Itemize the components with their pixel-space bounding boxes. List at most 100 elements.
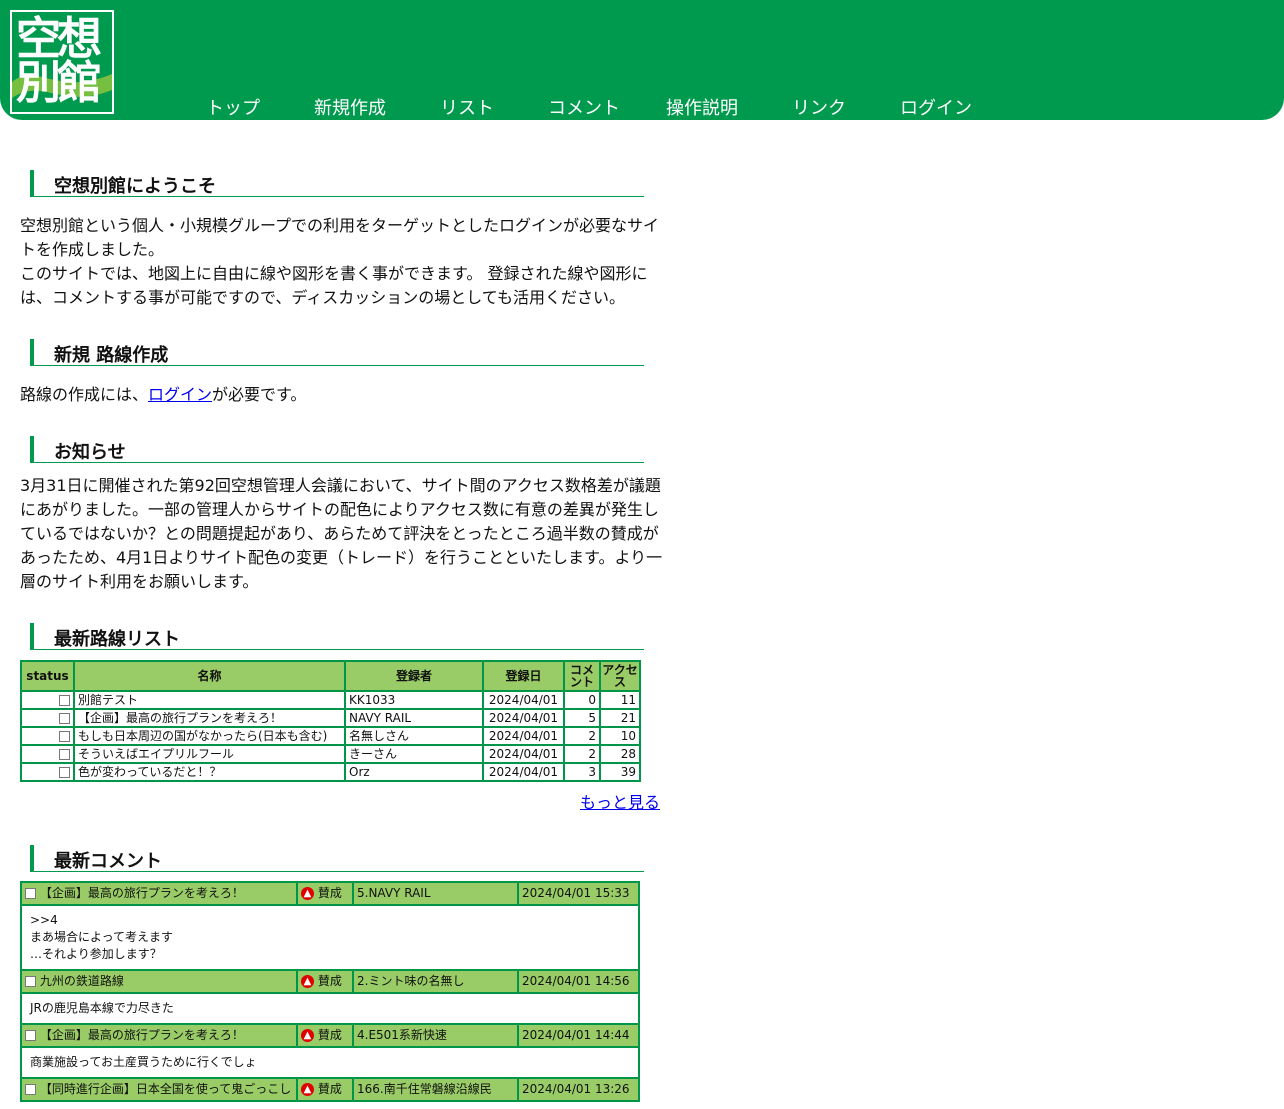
vote-cell[interactable]: ▲ 賛成 (296, 1077, 354, 1102)
logo-text-line2: 別館 (16, 56, 102, 109)
vote-cell[interactable]: ▲ 賛成 (296, 1023, 354, 1048)
col-comments[interactable]: コメント (563, 660, 601, 692)
new-route-heading: 新規 路線作成 (30, 339, 644, 366)
col-author[interactable]: 登録者 (344, 660, 484, 692)
status-checkbox-icon (59, 713, 70, 724)
comment-route-link[interactable]: 【同時進行企画】日本全国を使って鬼ごっこし (40, 1082, 291, 1096)
comment-route-cell[interactable]: 【企画】最高の旅行プランを考えろ！ (20, 1023, 298, 1048)
latest-comments-table: 【企画】最高の旅行プランを考えろ！ ▲ 賛成 5.NAVY RAIL 2024/… (20, 881, 640, 1102)
col-access[interactable]: アクセス (599, 660, 641, 692)
vote-cell[interactable]: ▲ 賛成 (296, 969, 354, 994)
col-status[interactable]: status (20, 660, 75, 692)
status-cell (20, 690, 75, 710)
route-comment-count: 5 (563, 708, 601, 728)
latest-comments-title: 最新コメント (54, 851, 162, 872)
comment-user: 166.南千住常磐線沿線民 (352, 1077, 519, 1102)
col-date[interactable]: 登録日 (482, 660, 565, 692)
comment-body: >>4 まあ場合によって考えます …それより参加します？ (20, 904, 640, 971)
comment-body-line: >>4 (30, 913, 58, 927)
route-name-link[interactable]: 別館テスト (73, 690, 346, 710)
route-date: 2024/04/01 (482, 744, 565, 764)
notice-heading: お知らせ (30, 436, 644, 463)
comment-route-link[interactable]: 【企画】最高の旅行プランを考えろ！ (40, 1028, 244, 1042)
vote-label: 賛成 (317, 886, 342, 900)
login-link[interactable]: ログイン (148, 385, 212, 404)
comment-user: 4.E501系新快速 (352, 1023, 519, 1048)
table-row[interactable]: 【企画】最高の旅行プランを考えろ！ NAVY RAIL 2024/04/01 5… (20, 708, 641, 728)
route-comment-count: 2 (563, 744, 601, 764)
comment-body-row: >>4 まあ場合によって考えます …それより参加します？ (20, 904, 640, 971)
route-comment-count: 0 (563, 690, 601, 710)
status-checkbox-icon (59, 749, 70, 760)
route-date: 2024/04/01 (482, 708, 565, 728)
comment-datetime: 2024/04/01 13:26 (517, 1077, 640, 1102)
nav-top[interactable]: トップ (206, 97, 260, 121)
status-cell (20, 726, 75, 746)
comment-header-row: 【企画】最高の旅行プランを考えろ！ ▲ 賛成 5.NAVY RAIL 2024/… (20, 881, 640, 906)
status-checkbox-icon (25, 1084, 36, 1095)
comment-body-row: JRの鹿児島本線で力尽きた (20, 992, 640, 1025)
route-name-link[interactable]: そういえばエイプリルフール (73, 744, 346, 764)
col-name[interactable]: 名称 (73, 660, 346, 692)
table-row[interactable]: 別館テスト KK1033 2024/04/01 0 11 (20, 690, 641, 710)
comment-header-row: 【企画】最高の旅行プランを考えろ！ ▲ 賛成 4.E501系新快速 2024/0… (20, 1023, 640, 1048)
comment-user: 5.NAVY RAIL (352, 881, 519, 906)
vote-up-icon: ▲ (301, 1083, 314, 1096)
new-route-text-after: が必要です。 (212, 385, 307, 404)
route-author: きーさん (344, 744, 484, 764)
route-list-table: status 名称 登録者 登録日 コメント アクセス 別館テスト KK1033… (20, 660, 641, 782)
vote-label: 賛成 (317, 1082, 342, 1096)
more-routes-link[interactable]: もっと見る (580, 792, 660, 814)
comment-route-cell[interactable]: 【企画】最高の旅行プランを考えろ！ (20, 881, 298, 906)
table-row[interactable]: そういえばエイプリルフール きーさん 2024/04/01 2 28 (20, 744, 641, 764)
status-cell (20, 708, 75, 728)
nav-list[interactable]: リスト (440, 97, 494, 121)
status-checkbox-icon (25, 1030, 36, 1041)
route-comment-count: 3 (563, 762, 601, 782)
comment-body-line: JRの鹿児島本線で力尽きた (30, 1001, 174, 1015)
route-name-link[interactable]: 【企画】最高の旅行プランを考えろ！ (73, 708, 346, 728)
new-route-title: 新規 路線作成 (54, 345, 169, 366)
nav-login[interactable]: ログイン (900, 97, 972, 121)
route-author: Orz (344, 762, 484, 782)
comment-body: 商業施設ってお土産買うために行くでしょ (20, 1046, 640, 1079)
comment-route-link[interactable]: 九州の鉄道路線 (40, 974, 124, 988)
status-checkbox-icon (59, 695, 70, 706)
route-date: 2024/04/01 (482, 726, 565, 746)
welcome-paragraph-2: このサイトでは、地図上に自由に線や図形を書く事ができます。 登録された線や図形に… (20, 264, 648, 307)
nav-help[interactable]: 操作説明 (666, 97, 738, 121)
route-author: 名無しさん (344, 726, 484, 746)
route-date: 2024/04/01 (482, 690, 565, 710)
welcome-heading: 空想別館にようこそ (30, 170, 644, 197)
nav-new[interactable]: 新規作成 (314, 97, 386, 121)
comment-body-line: …それより参加します？ (30, 947, 162, 961)
nav-links[interactable]: リンク (792, 97, 846, 121)
latest-comments-heading: 最新コメント (30, 845, 644, 872)
comment-datetime: 2024/04/01 15:33 (517, 881, 640, 906)
vote-up-icon: ▲ (301, 887, 314, 900)
status-checkbox-icon (59, 731, 70, 742)
route-name-link[interactable]: もしも日本周辺の国がなかったら(日本も含む) (73, 726, 346, 746)
comment-route-link[interactable]: 【企画】最高の旅行プランを考えろ！ (40, 886, 244, 900)
welcome-paragraph-1: 空想別館という個人・小規模グループでの利用をターゲットとしたログインが必要なサイ… (20, 216, 660, 259)
route-author: KK1033 (344, 690, 484, 710)
comment-route-cell[interactable]: 九州の鉄道路線 (20, 969, 298, 994)
vote-up-icon: ▲ (301, 1029, 314, 1042)
nav-comment[interactable]: コメント (548, 97, 620, 121)
route-access-count: 28 (599, 744, 641, 764)
notice-text: 3月31日に開催された第92回空想管理人会議において、サイト間のアクセス数格差が… (20, 476, 663, 591)
vote-cell[interactable]: ▲ 賛成 (296, 881, 354, 906)
site-logo[interactable]: 空想 別館 (10, 10, 114, 114)
route-comment-count: 2 (563, 726, 601, 746)
route-access-count: 21 (599, 708, 641, 728)
route-name-link[interactable]: 色が変わっているだと！？ (73, 762, 346, 782)
table-row[interactable]: もしも日本周辺の国がなかったら(日本も含む) 名無しさん 2024/04/01 … (20, 726, 641, 746)
comment-body: JRの鹿児島本線で力尽きた (20, 992, 640, 1025)
status-cell (20, 762, 75, 782)
table-row[interactable]: 色が変わっているだと！？ Orz 2024/04/01 3 39 (20, 762, 641, 782)
welcome-title: 空想別館にようこそ (54, 176, 216, 197)
comment-header-row: 九州の鉄道路線 ▲ 賛成 2.ミント味の名無し 2024/04/01 14:56 (20, 969, 640, 994)
vote-up-icon: ▲ (301, 975, 314, 988)
comment-route-cell[interactable]: 【同時進行企画】日本全国を使って鬼ごっこし (20, 1077, 298, 1102)
status-checkbox-icon (25, 976, 36, 987)
